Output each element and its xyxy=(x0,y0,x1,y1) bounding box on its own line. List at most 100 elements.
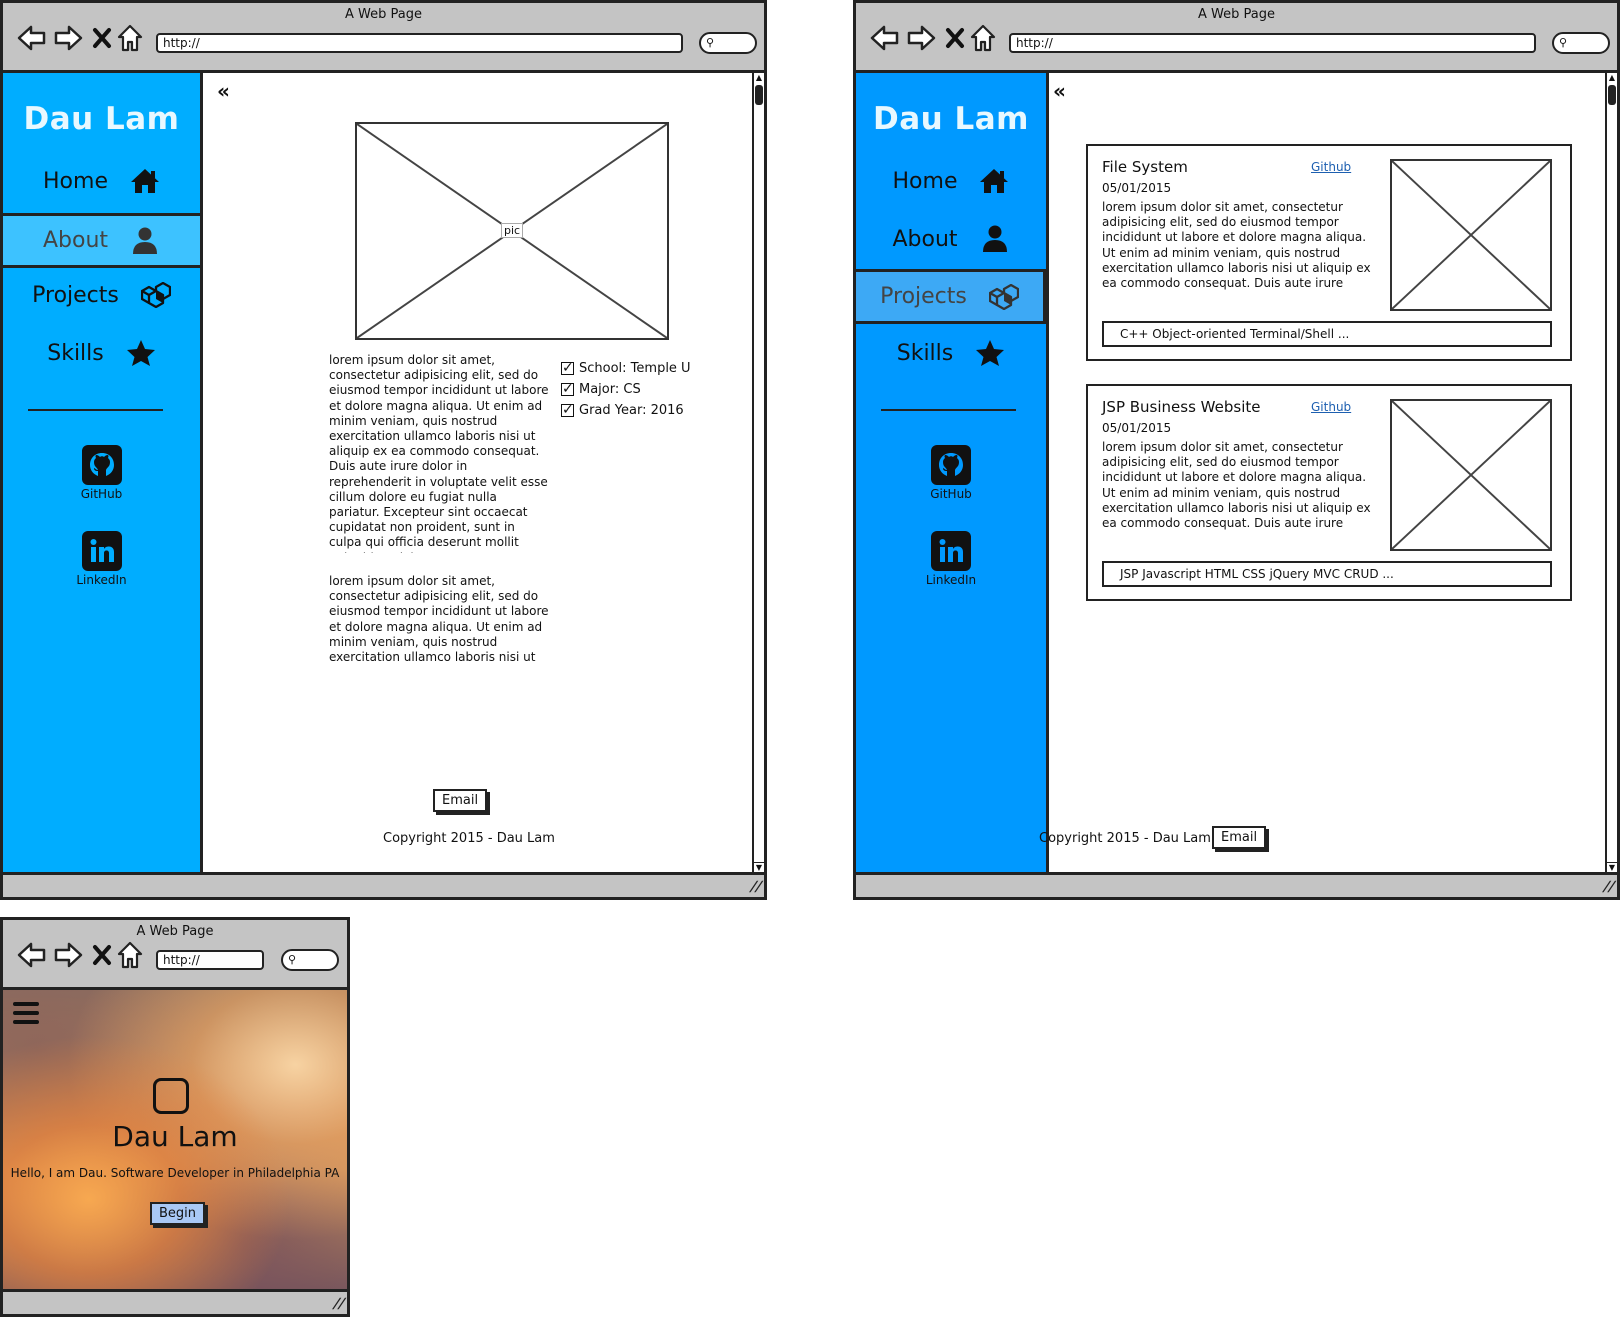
menu-icon[interactable] xyxy=(13,1002,39,1029)
github-label: GitHub xyxy=(80,487,123,501)
star-icon xyxy=(975,338,1005,368)
github-link[interactable]: GitHub xyxy=(3,445,200,501)
linkedin-link[interactable]: LinkedIn xyxy=(856,531,1046,587)
project-description: lorem ipsum dolor sit amet, consectetur … xyxy=(1102,200,1371,292)
collapse-sidebar-icon[interactable]: « xyxy=(217,79,230,103)
fact-item: Major: CS xyxy=(561,379,691,400)
forward-arrow-icon xyxy=(54,25,83,51)
sidebar-item-projects[interactable]: Projects xyxy=(3,269,200,321)
search-input[interactable]: ⚲ xyxy=(281,949,339,971)
home-button[interactable] xyxy=(970,23,996,53)
browser-window-about: A Web Page http:// ⚲ Dau Lam Home About … xyxy=(0,0,767,900)
sidebar-item-skills[interactable]: Skills xyxy=(3,327,200,379)
star-icon xyxy=(126,338,156,368)
home-outline-icon xyxy=(970,24,996,52)
window-title: A Web Page xyxy=(345,7,422,22)
sidebar-item-label: Projects xyxy=(880,284,967,309)
project-image-placeholder xyxy=(1390,399,1552,551)
forward-button[interactable] xyxy=(906,23,936,53)
vertical-scrollbar[interactable]: ▲ ▼ xyxy=(1605,73,1617,872)
github-icon xyxy=(931,445,971,485)
brand-name: Dau Lam xyxy=(873,101,1029,137)
scroll-up-icon[interactable]: ▲ xyxy=(1607,73,1617,83)
forward-button[interactable] xyxy=(53,940,83,970)
checkbox-icon xyxy=(561,379,574,400)
github-icon xyxy=(81,445,122,485)
fact-item: School: Temple U xyxy=(561,358,691,379)
sidebar-item-home[interactable]: Home xyxy=(3,155,200,207)
back-arrow-icon xyxy=(17,942,46,968)
forward-arrow-icon xyxy=(54,942,83,968)
search-input[interactable]: ⚲ xyxy=(699,32,757,54)
home-button[interactable] xyxy=(117,940,143,970)
url-input[interactable]: http:// xyxy=(1009,33,1536,53)
email-button[interactable]: Email xyxy=(1212,826,1267,849)
search-icon: ⚲ xyxy=(288,953,297,966)
scroll-thumb[interactable] xyxy=(1608,85,1616,105)
project-date: 05/01/2015 xyxy=(1102,421,1172,435)
browser-toolbar: A Web Page http:// ⚲ xyxy=(856,3,1617,73)
sidebar-item-projects[interactable]: Projects xyxy=(856,269,1046,324)
sidebar-item-label: Projects xyxy=(32,282,119,308)
linkedin-link[interactable]: LinkedIn xyxy=(3,531,200,587)
close-icon xyxy=(93,945,111,965)
project-title: File System xyxy=(1102,158,1188,176)
project-title: JSP Business Website xyxy=(1102,398,1261,416)
search-input[interactable]: ⚲ xyxy=(1552,32,1610,54)
back-button[interactable] xyxy=(870,23,900,53)
forward-arrow-icon xyxy=(907,25,936,51)
collapse-sidebar-icon[interactable]: « xyxy=(1053,79,1066,103)
hero-tagline: Hello, I am Dau. Software Developer in P… xyxy=(10,1166,340,1180)
linkedin-label: LinkedIn xyxy=(925,573,977,587)
copyright-text: Copyright 2015 - Dau Lam xyxy=(1039,831,1211,846)
home-button[interactable] xyxy=(117,23,143,53)
back-arrow-icon xyxy=(870,25,899,51)
project-card: File System Github 05/01/2015 lorem ipsu… xyxy=(1086,144,1572,361)
sidebar-item-label: Skills xyxy=(896,340,954,366)
scroll-down-icon[interactable]: ▼ xyxy=(1607,862,1617,872)
facts-list: School: Temple U Major: CS Grad Year: 20… xyxy=(561,358,691,421)
back-button[interactable] xyxy=(17,23,47,53)
cubes-icon xyxy=(988,282,1019,312)
scroll-thumb[interactable] xyxy=(755,85,763,105)
checkbox-icon xyxy=(561,358,574,379)
sidebar: Dau Lam Home About Projects Skills GitHu… xyxy=(3,73,203,872)
window-title: A Web Page xyxy=(1198,7,1275,22)
user-icon xyxy=(130,226,160,256)
vertical-scrollbar[interactable]: ▲ ▼ xyxy=(752,73,764,872)
begin-button[interactable]: Begin xyxy=(150,1202,206,1225)
resize-grip-icon[interactable]: // xyxy=(331,1296,347,1312)
resize-grip-icon[interactable]: // xyxy=(1601,879,1617,895)
url-input[interactable]: http:// xyxy=(156,950,264,970)
stop-button[interactable] xyxy=(945,23,965,53)
home-outline-icon xyxy=(117,941,143,969)
scroll-down-icon[interactable]: ▼ xyxy=(754,862,764,872)
scroll-up-icon[interactable]: ▲ xyxy=(754,73,764,83)
project-tags: JSP Javascript HTML CSS jQuery MVC CRUD … xyxy=(1102,561,1552,587)
user-icon xyxy=(980,224,1010,254)
email-button[interactable]: Email xyxy=(433,789,488,812)
sidebar-divider xyxy=(881,409,1016,411)
project-image-placeholder xyxy=(1390,159,1552,311)
linkedin-label: LinkedIn xyxy=(76,573,127,587)
back-button[interactable] xyxy=(17,940,47,970)
github-link[interactable]: GitHub xyxy=(856,445,1046,501)
resize-grip-icon[interactable]: // xyxy=(748,879,764,895)
copyright-text: Copyright 2015 - Dau Lam xyxy=(383,831,555,846)
status-bar: // xyxy=(3,1289,347,1314)
url-input[interactable]: http:// xyxy=(156,33,683,53)
stop-button[interactable] xyxy=(92,23,112,53)
brand-name: Dau Lam xyxy=(23,101,180,137)
sidebar-item-skills[interactable]: Skills xyxy=(856,327,1046,379)
image-label: pic xyxy=(501,223,524,238)
project-github-link[interactable]: Github xyxy=(1311,400,1351,414)
project-github-link[interactable]: Github xyxy=(1311,160,1351,174)
stop-button[interactable] xyxy=(92,940,112,970)
sidebar-item-home[interactable]: Home xyxy=(856,155,1046,207)
browser-toolbar: A Web Page http:// ⚲ xyxy=(3,3,764,73)
cubes-icon xyxy=(140,280,171,310)
back-arrow-icon xyxy=(17,25,46,51)
forward-button[interactable] xyxy=(53,23,83,53)
sidebar-item-about[interactable]: About xyxy=(856,213,1046,265)
sidebar-item-about[interactable]: About xyxy=(3,213,200,268)
